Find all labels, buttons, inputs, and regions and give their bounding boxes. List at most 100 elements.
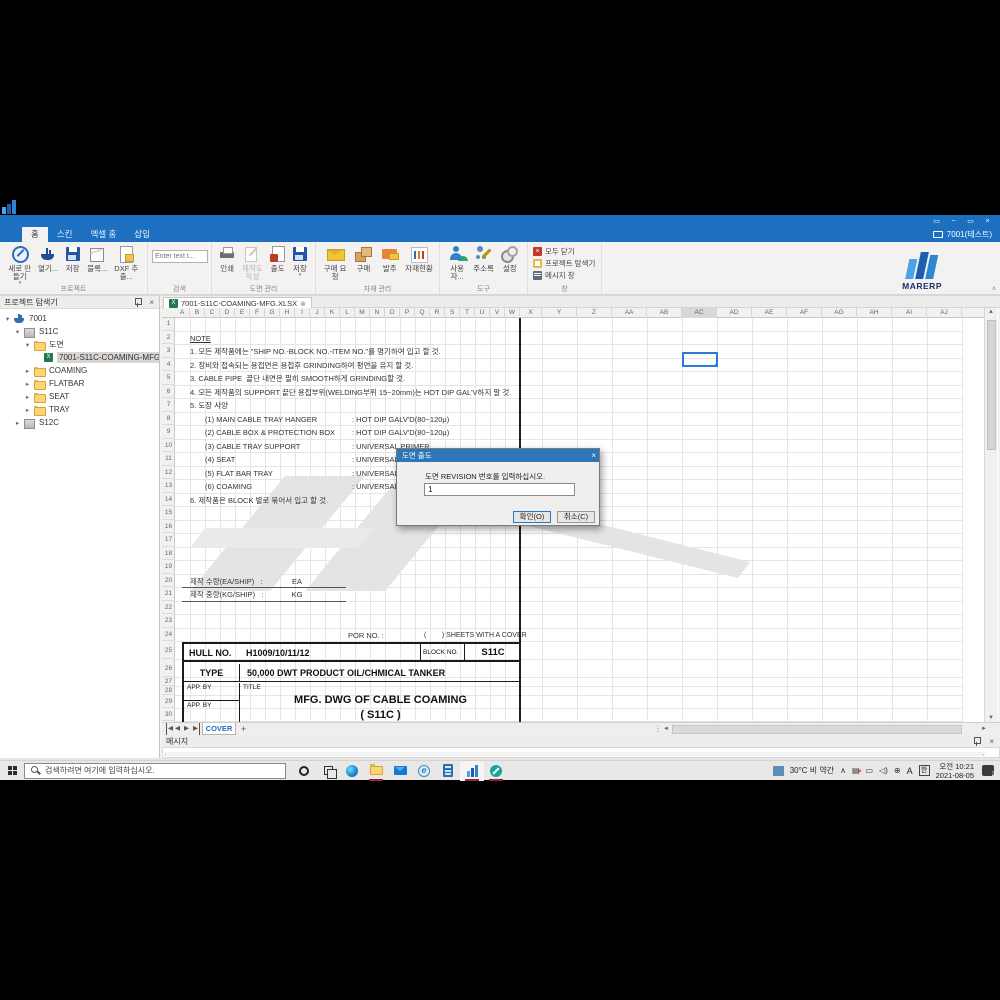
tree-item-SEAT[interactable]: ▸SEAT xyxy=(24,390,71,403)
tree-expander-icon[interactable]: ▸ xyxy=(24,380,31,388)
drawing-save-button[interactable]: 저장▾ xyxy=(290,245,310,277)
menu-tab-skin[interactable]: 스킨 xyxy=(48,227,82,242)
sheet-tab-cover[interactable]: COVER xyxy=(202,723,236,735)
issue-drawing-button[interactable]: 출도 xyxy=(268,245,288,273)
save-button[interactable]: 저장 xyxy=(61,245,84,273)
address-book-button[interactable]: 주소록 xyxy=(471,245,495,273)
minimize-button[interactable]: − xyxy=(947,217,960,227)
purchase-request-button[interactable]: 구매 요청 xyxy=(321,245,349,281)
settings-button[interactable]: 설정 xyxy=(498,245,522,273)
material-status-button[interactable]: 자재현황 xyxy=(404,245,434,273)
dialog-titlebar[interactable]: 도면 출도 × xyxy=(397,449,599,462)
ime-mode[interactable]: A xyxy=(907,766,913,776)
bar-chart-icon xyxy=(409,245,429,263)
edge-button[interactable] xyxy=(340,761,364,781)
message-window-toggle[interactable]: 메시지 창 xyxy=(533,270,595,280)
last-sheet-icon[interactable]: ▶ xyxy=(193,723,200,735)
message-panel-body[interactable]: ‹› xyxy=(162,747,1000,758)
close-all-button[interactable]: 모두 닫기 xyxy=(533,246,595,256)
weather-text: 30°C 비 약간 xyxy=(790,765,834,776)
menu-tab-insert[interactable]: 삽입 xyxy=(125,227,159,242)
horizontal-scrollbar[interactable]: ◄ ► xyxy=(662,724,988,735)
window-shade-button[interactable]: ▭ xyxy=(930,217,943,227)
tree-expander-icon[interactable]: ▸ xyxy=(24,393,31,401)
taskbar-search[interactable]: 검색하려면 여기에 입력하십시오. xyxy=(24,763,286,779)
titlebar[interactable]: 홈 스킨 엑셀 홈 삽입 ▭ − ▭ × 7001(테스트) xyxy=(0,215,1000,242)
tree-item-FLATBAR[interactable]: ▸FLATBAR xyxy=(24,377,86,390)
message-panel-title: 메시지 xyxy=(166,737,188,746)
ribbon-collapse-icon[interactable]: ˄ xyxy=(992,286,996,293)
maximize-button[interactable]: ▭ xyxy=(964,217,977,227)
network-icon[interactable]: ▤ xyxy=(852,766,860,776)
calculator-button[interactable] xyxy=(436,761,460,781)
dialog-close-icon[interactable]: × xyxy=(591,449,596,462)
dxf-export-button[interactable]: DXF 추출... xyxy=(111,245,142,281)
block-button[interactable]: 블록... xyxy=(86,245,109,273)
notification-center-icon[interactable]: 2 xyxy=(982,765,994,776)
windows-taskbar: 검색하려면 여기에 입력하십시오. e 30°C 비 약간 ∧ ▤ ▭ ◁) ⊕… xyxy=(0,760,1000,780)
print-button[interactable]: 인쇄 xyxy=(217,245,237,273)
purchase-button[interactable]: 구매 xyxy=(351,245,375,273)
globe-icon[interactable]: ⊕ xyxy=(894,766,901,776)
tree-expander-icon[interactable]: ▸ xyxy=(24,406,31,414)
keyboard-icon[interactable]: ▭ xyxy=(866,766,874,776)
tree-item-TRAY[interactable]: ▸TRAY xyxy=(24,403,72,416)
design-app-button[interactable] xyxy=(484,761,508,781)
tree-item-도면[interactable]: ▾도면 xyxy=(24,338,66,351)
revision-number-input[interactable] xyxy=(424,483,575,496)
open-button[interactable]: 열기... xyxy=(37,245,60,273)
tree-expander-icon[interactable]: ▾ xyxy=(4,315,11,323)
tree-item-S11C[interactable]: ▾S11C xyxy=(14,325,60,338)
cancel-button[interactable]: 취소(C) xyxy=(557,511,595,523)
next-sheet-icon[interactable]: ▶ xyxy=(184,723,189,735)
users-button[interactable]: 사용자... xyxy=(445,245,469,281)
project-explorer-toggle[interactable]: 프로젝트 탐색기 xyxy=(533,258,595,268)
tree-expander-icon[interactable]: ▸ xyxy=(24,367,31,375)
horizontal-scroll-thumb[interactable] xyxy=(672,725,962,734)
close-button[interactable]: × xyxy=(981,217,994,227)
add-sheet-icon[interactable]: + xyxy=(241,723,246,735)
project-tree[interactable]: ▾7001▾S11C▾도면7001-S11C-COAMING-MFG.XL...… xyxy=(0,310,159,758)
search-input[interactable] xyxy=(152,250,208,263)
close-panel-icon[interactable]: × xyxy=(149,298,154,307)
tree-item-COAMING[interactable]: ▸COAMING xyxy=(24,364,89,377)
menu-tab-excel-home[interactable]: 엑셀 홈 xyxy=(81,227,125,242)
tree-item-7001-S11C-COAMING-MFG.XL...[interactable]: 7001-S11C-COAMING-MFG.XL... xyxy=(34,351,159,364)
internet-explorer-button[interactable]: e xyxy=(412,761,436,781)
volume-icon[interactable]: ◁) xyxy=(879,766,888,776)
tree-item-label: S12C xyxy=(37,417,61,428)
scroll-left-icon[interactable]: ◄ xyxy=(663,724,669,735)
prev-sheet-icon[interactable]: ◀ xyxy=(175,723,180,735)
splitter-handle[interactable]: ⋮ xyxy=(654,723,662,735)
mail-button[interactable] xyxy=(388,761,412,781)
message-scrollbar[interactable]: ‹› xyxy=(164,752,985,756)
tree-expander-icon[interactable]: ▸ xyxy=(14,419,21,427)
pin-icon[interactable] xyxy=(973,737,980,746)
menu-tab-home[interactable]: 홈 xyxy=(22,227,48,242)
order-button[interactable]: 발주 xyxy=(378,245,402,273)
ok-button[interactable]: 확인(O) xyxy=(513,511,551,523)
start-button[interactable] xyxy=(0,761,24,781)
tree-expander-icon[interactable]: ▾ xyxy=(14,328,21,336)
document-tab-close-icon[interactable]: ⊗ xyxy=(300,300,306,308)
selected-cell[interactable] xyxy=(682,352,718,367)
vertical-scroll-thumb[interactable] xyxy=(987,320,996,450)
tree-item-S12C[interactable]: ▸ S12C xyxy=(14,416,61,429)
taskbar-clock[interactable]: 오전 10:21 2021-08-05 xyxy=(936,762,974,780)
scroll-up-icon[interactable]: ▲ xyxy=(985,309,997,315)
scroll-right-icon[interactable]: ► xyxy=(981,724,987,735)
tree-item-7001[interactable]: ▾7001 xyxy=(4,312,49,325)
vertical-scrollbar[interactable]: ▲ ▼ xyxy=(984,308,997,722)
pin-icon[interactable] xyxy=(134,298,141,307)
marerp-taskbar-button[interactable] xyxy=(460,761,484,781)
scroll-down-icon[interactable]: ▼ xyxy=(985,715,997,721)
file-explorer-button[interactable] xyxy=(364,761,388,781)
new-button[interactable]: 새로 만들기▾ xyxy=(5,245,35,285)
tree-expander-icon[interactable]: ▾ xyxy=(24,341,31,349)
ime-language-icon[interactable]: 한 xyxy=(919,765,930,776)
first-sheet-icon[interactable]: ◀ xyxy=(166,723,173,735)
cortana-button[interactable] xyxy=(292,761,316,781)
task-view-button[interactable] xyxy=(316,761,340,781)
close-panel-icon[interactable]: × xyxy=(989,737,994,746)
hidden-icons-chevron[interactable]: ∧ xyxy=(840,766,846,776)
